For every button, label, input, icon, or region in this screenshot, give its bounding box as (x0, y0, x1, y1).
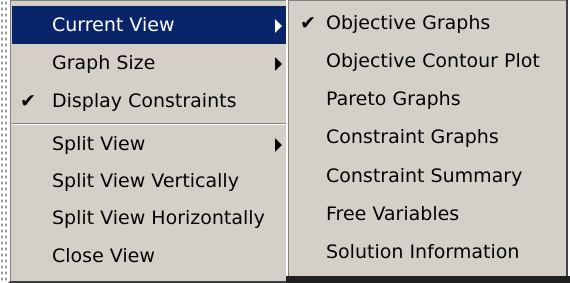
menu-item-label: Display Constraints (52, 90, 237, 112)
menu-item-label: Constraint Summary (326, 165, 523, 187)
menu-item-label: Objective Graphs (326, 12, 491, 34)
submenu-item-free-variables[interactable]: Free Variables (290, 195, 564, 233)
submenu-arrow-icon (275, 138, 282, 152)
menu-item-label: Constraint Graphs (326, 126, 499, 148)
check-icon: ✔ (300, 12, 316, 34)
menu-item-split-view-vertically[interactable]: Split View Vertically (12, 162, 288, 200)
menu-item-label: Current View (52, 14, 175, 36)
submenu-item-solution-information[interactable]: Solution Information (290, 233, 564, 271)
menu-item-label: Close View (52, 245, 155, 267)
menu-item-label: Free Variables (326, 203, 460, 225)
menu-item-label: Split View (52, 133, 146, 155)
menu-item-split-view[interactable]: Split View (12, 125, 288, 163)
menu-item-label: Objective Contour Plot (326, 50, 540, 72)
check-icon: ✔ (20, 90, 36, 112)
submenu-item-constraint-summary[interactable]: Constraint Summary (290, 157, 564, 195)
menu-item-display-constraints[interactable]: ✔ Display Constraints (12, 82, 288, 120)
submenu-item-pareto-graphs[interactable]: Pareto Graphs (290, 80, 564, 118)
submenu-item-objective-contour-plot[interactable]: Objective Contour Plot (290, 42, 564, 80)
submenu-item-constraint-graphs[interactable]: Constraint Graphs (290, 118, 564, 156)
menu-item-graph-size[interactable]: Graph Size (12, 44, 288, 82)
current-view-submenu: ✔ Objective Graphs Objective Contour Plo… (286, 0, 568, 281)
menu-item-label: Split View Vertically (52, 170, 239, 192)
submenu-item-objective-graphs[interactable]: ✔ Objective Graphs (290, 4, 564, 42)
menu-item-label: Graph Size (52, 52, 156, 74)
menu-item-label: Pareto Graphs (326, 88, 461, 110)
menu-item-label: Split View Horizontally (52, 207, 265, 229)
menu-item-close-view[interactable]: Close View (12, 237, 288, 275)
submenu-arrow-icon (275, 57, 282, 71)
menu-item-split-view-horizontally[interactable]: Split View Horizontally (12, 199, 288, 237)
window-background-strip (286, 276, 570, 283)
menu-item-label: Solution Information (326, 241, 520, 263)
menu-item-current-view[interactable]: Current View (12, 6, 288, 44)
context-menu: Current View Graph Size ✔ Display Constr… (8, 0, 292, 283)
submenu-arrow-icon (275, 19, 282, 33)
